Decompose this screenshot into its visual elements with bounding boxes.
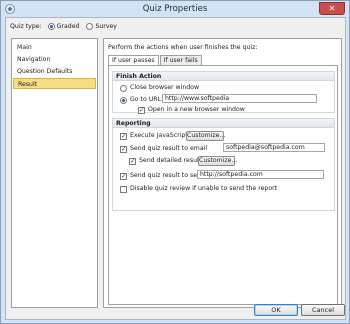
graded-radio[interactable]	[47, 22, 55, 30]
go-to-url-label: Go to URL:	[130, 96, 164, 103]
close-browser-label: Close browser window	[130, 84, 200, 91]
disable-review-checkbox[interactable]	[120, 186, 127, 193]
nav-item-navigation[interactable]: Navigation	[13, 54, 96, 65]
cancel-button[interactable]: Cancel	[301, 304, 345, 316]
graded-label: Graded	[56, 22, 80, 30]
server-url-input[interactable]: http://softpedia.com	[197, 170, 324, 179]
send-server-checkbox[interactable]	[120, 172, 127, 180]
close-browser-radio[interactable]	[120, 85, 127, 92]
open-new-window-label: Open in a new browser window	[148, 106, 245, 113]
send-detailed-label: Send detailed results	[139, 157, 205, 164]
email-input[interactable]: softpedia@softpedia.com	[223, 143, 325, 152]
close-button[interactable]: ✕	[319, 2, 345, 15]
send-email-label: Send quiz result to email	[130, 145, 208, 152]
reporting-title: Reporting	[113, 119, 334, 128]
finish-action-title: Finish Action	[113, 72, 334, 81]
result-panel: Perform the actions when user finishes t…	[103, 38, 342, 308]
panel-heading: Perform the actions when user finishes t…	[108, 44, 258, 51]
execute-js-label: Execute JavaScript	[130, 132, 188, 139]
tab-if-user-fails[interactable]: If user fails	[159, 55, 202, 65]
go-to-url-radio[interactable]	[120, 97, 127, 104]
nav-item-question-defaults[interactable]: Question Defaults	[13, 66, 96, 77]
execute-js-checkbox[interactable]	[120, 132, 127, 140]
disable-review-label: Disable quiz review if unable to send th…	[130, 185, 278, 192]
tab-panel: Finish Action Close browser window Go to…	[108, 65, 338, 305]
nav-item-result[interactable]: Result	[13, 78, 96, 89]
send-detailed-checkbox[interactable]	[129, 157, 136, 165]
settings-nav: Main Navigation Question Defaults Result	[11, 38, 98, 308]
url-input[interactable]: http://www.softpedia	[162, 94, 317, 103]
reporting-section: Reporting Execute JavaScript Customize..…	[112, 118, 335, 211]
dialog-body: Quiz type: Graded Survey Main Navigation…	[5, 17, 346, 320]
ok-button[interactable]: OK	[254, 304, 298, 316]
customize-detailed-button[interactable]: Customize...	[198, 156, 237, 166]
survey-label: Survey	[95, 22, 117, 30]
finish-action-section: Finish Action Close browser window Go to…	[112, 71, 335, 114]
send-email-checkbox[interactable]	[120, 145, 127, 153]
window-title: Quiz Properties	[142, 4, 208, 14]
quiz-type-label: Quiz type:	[10, 22, 42, 30]
title-bar[interactable]: Quiz Properties ✕	[1, 1, 349, 17]
result-tabs: If user passes If user fails	[108, 55, 203, 66]
dialog-window: Quiz Properties ✕ Quiz type: Graded Surv…	[0, 0, 350, 324]
customize-js-button[interactable]: Customize...	[186, 131, 225, 141]
survey-radio[interactable]	[86, 22, 94, 30]
nav-item-main[interactable]: Main	[13, 42, 96, 53]
quiz-type-row: Quiz type: Graded Survey	[10, 21, 117, 31]
open-new-window-checkbox[interactable]	[138, 106, 145, 114]
